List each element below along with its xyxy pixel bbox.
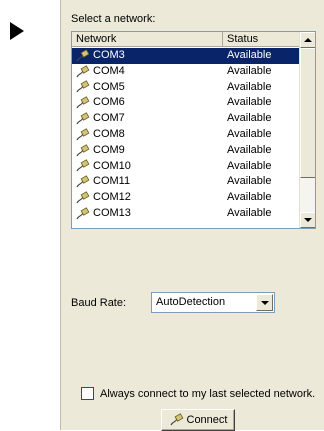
baud-rate-value: AutoDetection (156, 296, 226, 308)
network-row[interactable]: COM6 Available (72, 95, 301, 111)
network-name-text: COM7 (93, 112, 125, 125)
serial-plug-icon (76, 96, 90, 109)
network-name-text: COM12 (93, 191, 131, 204)
serial-plug-icon (76, 49, 90, 62)
network-status: Available (227, 49, 272, 61)
serial-plug-icon (76, 159, 90, 172)
network-name-text: COM10 (93, 159, 131, 172)
network-status: Available (227, 96, 272, 109)
network-row[interactable]: COM5 Available (72, 80, 301, 96)
network-row[interactable]: COM3 Available (72, 48, 301, 64)
network-name: COM10 (75, 159, 131, 175)
network-row[interactable]: COM12 Available (72, 190, 301, 206)
network-row[interactable]: COM13 Available (72, 206, 301, 222)
network-name: COM7 (75, 111, 125, 127)
arrow-up-icon (304, 38, 312, 42)
baud-rate-label: Baud Rate: (71, 297, 127, 309)
list-scrollbar[interactable] (299, 32, 315, 228)
network-status: Available (227, 143, 272, 156)
network-row[interactable]: COM9 Available (72, 143, 301, 159)
network-status: Available (227, 206, 272, 219)
network-row[interactable]: COM11 Available (72, 174, 301, 190)
always-connect-label: Always connect to my last selected netwo… (100, 387, 316, 400)
network-status: Available (227, 127, 272, 140)
network-name: COM8 (75, 127, 125, 143)
network-name-text: COM8 (93, 127, 125, 140)
connect-button[interactable]: Connect (161, 409, 235, 431)
serial-plug-icon (76, 112, 90, 125)
network-name: COM4 (75, 64, 125, 80)
network-name-text: COM6 (93, 96, 125, 109)
network-name: COM12 (75, 190, 131, 206)
network-rows: COM3 Available COM4 Available COM5 Available C… (72, 48, 301, 222)
network-status: Available (227, 80, 272, 93)
network-name-text: COM5 (93, 80, 125, 93)
network-name: COM11 (75, 174, 130, 190)
serial-plug-icon (76, 128, 90, 141)
network-name-text: COM9 (93, 143, 125, 156)
network-name: COM3 (75, 48, 125, 64)
always-connect-checkbox[interactable] (81, 387, 94, 400)
network-name-text: COM13 (93, 206, 131, 219)
network-name-text: COM4 (93, 64, 125, 77)
scroll-thumb[interactable] (300, 48, 315, 178)
column-header-status[interactable]: Status (223, 32, 301, 47)
serial-plug-icon (76, 175, 90, 188)
serial-plug-icon (76, 191, 90, 204)
always-connect-option[interactable]: Always connect to my last selected netwo… (81, 387, 315, 400)
serial-plug-icon (169, 413, 183, 426)
network-name: COM9 (75, 143, 125, 159)
baud-rate-select[interactable]: AutoDetection (151, 292, 275, 313)
scroll-down-button[interactable] (300, 212, 315, 228)
network-name: COM5 (75, 80, 125, 96)
network-name: COM6 (75, 95, 125, 111)
network-status: Available (227, 112, 272, 125)
chevron-down-icon (260, 300, 269, 305)
select-network-label: Select a network: (71, 13, 156, 25)
network-name-text: COM3 (93, 49, 125, 61)
column-header-network[interactable]: Network (72, 32, 223, 47)
serial-plug-icon (76, 207, 90, 220)
network-name: COM13 (75, 206, 131, 222)
network-name-text: COM11 (93, 175, 131, 188)
serial-plug-icon (76, 143, 90, 156)
network-status: Available (227, 159, 272, 172)
network-row[interactable]: COM10 Available (72, 159, 301, 175)
serial-plug-icon (76, 80, 90, 93)
network-panel: Select a network: Network Status COM3 Ava… (60, 0, 324, 431)
network-list[interactable]: Network Status COM3 Available COM4 Availabl… (71, 31, 316, 229)
network-status: Available (227, 175, 272, 188)
scroll-up-button[interactable] (300, 32, 315, 48)
network-row[interactable]: COM7 Available (72, 111, 301, 127)
list-header: Network Status (72, 32, 301, 47)
connect-label: Connect (186, 414, 228, 426)
expand-arrow-icon[interactable] (10, 22, 24, 40)
serial-plug-icon (76, 64, 90, 77)
arrow-down-icon (304, 218, 312, 222)
network-status: Available (227, 64, 272, 77)
network-status: Available (227, 191, 272, 204)
network-row[interactable]: COM4 Available (72, 64, 301, 80)
network-row[interactable]: COM8 Available (72, 127, 301, 143)
baud-rate-dropdown-button[interactable] (256, 294, 273, 311)
